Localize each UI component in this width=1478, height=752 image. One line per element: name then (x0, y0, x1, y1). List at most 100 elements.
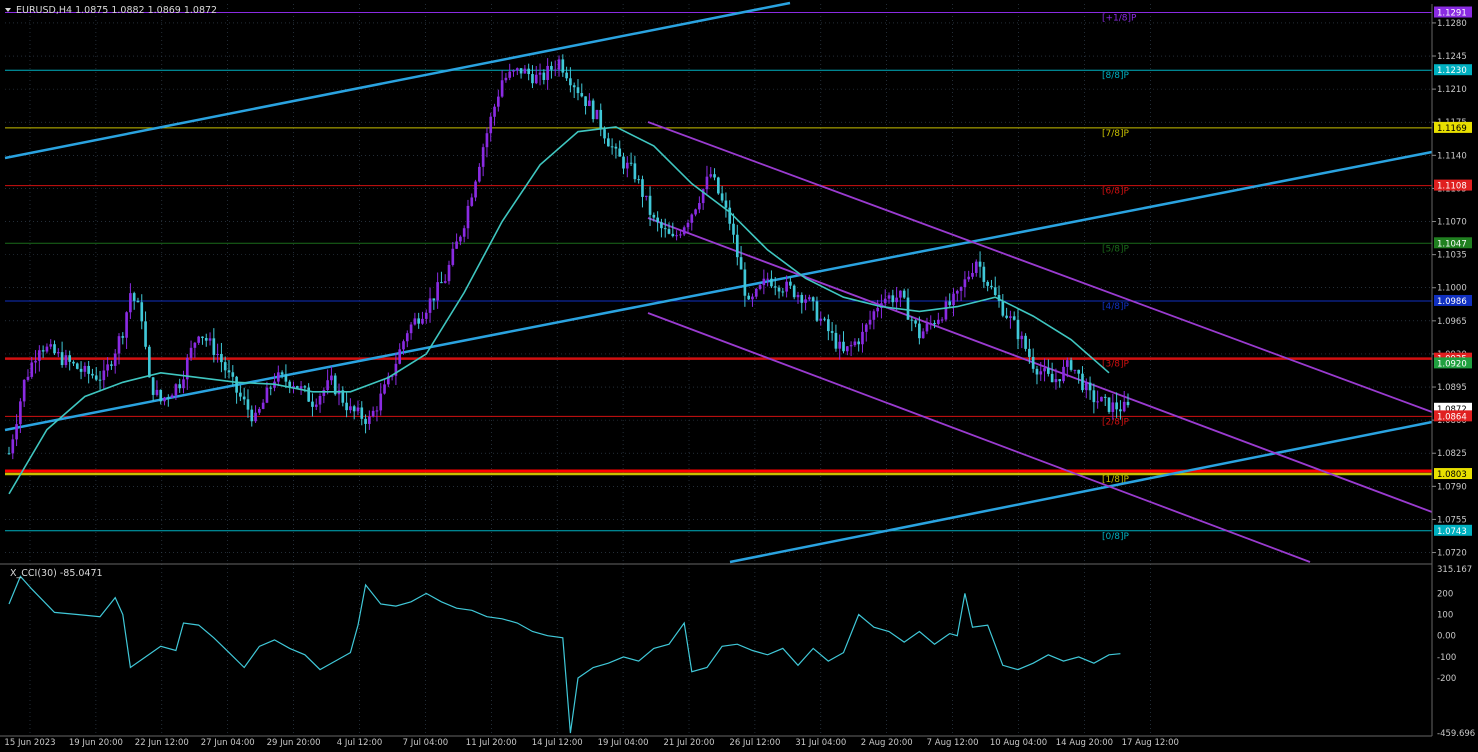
candle-body (864, 324, 868, 332)
cci-indicator-label: X_CCI(30) -85.0471 (10, 568, 103, 579)
candle-body (952, 293, 955, 306)
candle-body (11, 439, 15, 454)
candle-body (280, 372, 284, 375)
candle-body (967, 276, 971, 280)
candle-body (299, 386, 303, 389)
candle-body (1077, 369, 1081, 374)
time-label: 29 Jun 20:00 (267, 738, 321, 748)
cci-tick-label: 0.00 (1437, 632, 1456, 642)
candle-body (781, 291, 785, 293)
candle-body (557, 59, 561, 70)
candle-body (796, 294, 800, 298)
chart-canvas[interactable]: [+1/8]P [8/8]P [7/8]P [6/8]P [5/8]P [4/8]P [3/… (0, 0, 1478, 748)
price-tick-label: 1.0825 (1437, 449, 1467, 459)
candle-body (728, 207, 732, 224)
candle-body (1122, 401, 1126, 412)
candle-body (383, 384, 386, 394)
price-tick-label: 1.0720 (1437, 549, 1467, 559)
candle-body (136, 300, 140, 303)
candle-body (508, 71, 512, 78)
candle-body (561, 59, 565, 73)
candle-body (117, 336, 121, 354)
candle-body (106, 364, 109, 371)
candle-body (1009, 316, 1012, 318)
candle-body (853, 341, 857, 346)
candle-body (455, 241, 458, 249)
candle-body (417, 318, 420, 324)
price-label-text: 1.0920 (1437, 359, 1467, 369)
candle-body (197, 336, 200, 343)
candle-body (565, 72, 568, 79)
candle-body (800, 294, 804, 303)
candle-body (216, 353, 219, 355)
candle-body (1069, 360, 1073, 370)
candle-body (284, 374, 288, 382)
candle-body (785, 281, 788, 292)
price-label-text: 1.0803 (1437, 470, 1467, 480)
candle-body (242, 396, 246, 400)
cci-tick-label: 100 (1437, 611, 1453, 621)
candle-body (307, 387, 310, 402)
candle-body (910, 319, 914, 321)
candle-body (679, 234, 682, 236)
time-label: 26 Jul 12:00 (729, 738, 780, 748)
candle-body (531, 74, 534, 84)
candle-body (201, 336, 204, 338)
price-label-text: 1.0743 (1437, 527, 1467, 537)
chart-background (0, 0, 1478, 748)
candle-body (1115, 402, 1118, 410)
candle-body (1084, 382, 1088, 391)
time-label: 7 Jul 04:00 (403, 738, 449, 748)
candle-body (663, 228, 667, 230)
candle-body (261, 402, 265, 409)
candle-body (193, 342, 197, 348)
candle-body (30, 362, 34, 377)
candle-body (34, 360, 37, 363)
candle-body (220, 353, 223, 363)
candle-body (360, 407, 364, 419)
candle-body (929, 323, 933, 325)
candle-body (588, 100, 591, 107)
trading-chart[interactable]: [+1/8]P [8/8]P [7/8]P [6/8]P [5/8]P [4/8]P [3/… (0, 0, 1478, 748)
candle-body (485, 133, 489, 148)
candle-body (542, 72, 546, 80)
candle-body (53, 344, 56, 354)
candle-body (493, 106, 496, 117)
candle-body (1103, 396, 1107, 398)
candle-body (227, 370, 231, 373)
candle-body (682, 227, 686, 235)
candle-body (739, 257, 743, 270)
candle-body (428, 298, 432, 313)
candle-body (690, 214, 694, 223)
time-label: 2 Aug 20:00 (861, 738, 913, 748)
candle-body (584, 96, 587, 107)
candle-body (914, 320, 917, 324)
candle-body (208, 338, 212, 341)
candle-body (603, 129, 606, 139)
time-label: 14 Jul 12:00 (532, 738, 583, 748)
candle-body (368, 416, 371, 424)
candle-body (527, 68, 530, 75)
candle-body (364, 418, 367, 424)
candle-body (758, 285, 762, 289)
candle-body (409, 324, 413, 334)
candle-body (132, 293, 136, 301)
candle-body (223, 362, 227, 371)
candle-body (371, 410, 375, 417)
candle-body (921, 331, 925, 339)
candle-body (330, 375, 333, 381)
price-label-text: 1.1291 (1437, 9, 1467, 19)
candle-body (868, 319, 872, 325)
candle-body (182, 379, 185, 389)
candle-body (576, 87, 580, 94)
candle-body (265, 387, 269, 403)
candle-body (720, 193, 724, 201)
candle-body (849, 345, 853, 347)
candle-body (709, 174, 713, 177)
price-tick-label: 1.1140 (1437, 151, 1467, 161)
price-label-text: 1.0986 (1437, 297, 1467, 307)
candle-body (478, 166, 481, 182)
candle-body (159, 389, 163, 402)
candle-body (538, 72, 542, 75)
candle-body (819, 318, 823, 321)
